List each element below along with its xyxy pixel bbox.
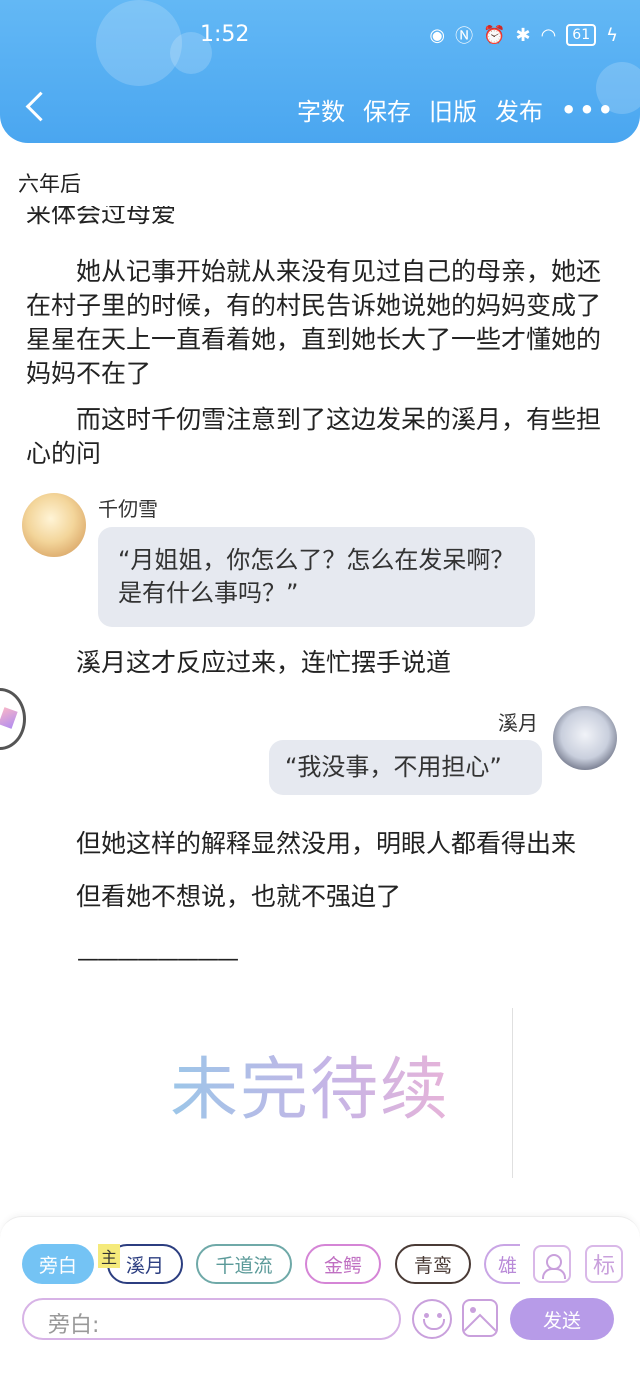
role-chip-jine[interactable]: 金鳄 — [305, 1244, 381, 1284]
chapter-title[interactable]: 六年后 — [18, 168, 81, 198]
image-edge-line — [512, 1008, 513, 1178]
to-be-continued-image[interactable]: 未完待续 — [170, 1020, 470, 1160]
role-chip-partial[interactable]: 雄 — [484, 1244, 520, 1284]
role-chip-qingluan[interactable]: 青鸾 — [395, 1244, 471, 1284]
floating-assistant-button[interactable] — [0, 688, 26, 750]
header-actions: 字数 保存 旧版 发布 ••• — [297, 92, 616, 127]
image-icon[interactable] — [462, 1299, 498, 1337]
main-character-tag: 主 — [98, 1244, 120, 1268]
top-app-bar: 1:52 ◉ Ⓝ ⏰ ✱ ◠ 61 ϟ 字数 保存 旧版 发布 ••• — [0, 0, 640, 143]
alarm-icon: ⏰ — [483, 24, 506, 46]
speaker-name: 溪月 — [498, 711, 538, 735]
status-time: 1:52 — [200, 22, 250, 47]
dialogue-bubble[interactable]: “我没事，不用担心” — [269, 740, 542, 795]
more-menu-button[interactable]: ••• — [561, 96, 616, 124]
speaker-name: 千仞雪 — [98, 497, 158, 521]
word-count-button[interactable]: 字数 — [297, 92, 345, 127]
save-button[interactable]: 保存 — [363, 92, 411, 127]
role-chip-qiandaoliu[interactable]: 千道流 — [196, 1244, 292, 1284]
narration-paragraph[interactable]: 而这时千仞雪注意到了这边发呆的溪月，有些担心的问 — [26, 403, 618, 471]
section-divider: ———————— — [77, 947, 239, 972]
publish-button[interactable]: 发布 — [495, 92, 543, 127]
eye-icon: ◉ — [429, 24, 446, 46]
status-icons: ◉ Ⓝ ⏰ ✱ ◠ 61 ϟ — [429, 22, 618, 48]
narration-paragraph[interactable]: 但看她不想说，也就不强迫了 — [26, 880, 618, 914]
manage-roles-icon[interactable] — [533, 1245, 571, 1283]
charging-icon: ϟ — [606, 24, 618, 46]
narration-paragraph[interactable]: 但她这样的解释显然没用，明眼人都看得出来 — [26, 827, 618, 861]
role-chip-narrator[interactable]: 旁白 — [22, 1244, 94, 1284]
bluetooth-icon: ✱ — [515, 24, 531, 46]
back-button[interactable] — [22, 90, 50, 126]
battery-indicator: 61 — [566, 24, 597, 46]
emoji-icon[interactable] — [412, 1299, 452, 1339]
partial-text-line: 来体会过母爱 — [26, 206, 626, 228]
tag-icon[interactable]: 标 — [585, 1245, 623, 1283]
old-version-button[interactable]: 旧版 — [429, 92, 477, 127]
nfc-icon: Ⓝ — [455, 26, 474, 47]
narration-paragraph[interactable]: 溪月这才反应过来，连忙摆手说道 — [26, 646, 618, 680]
dialogue-bubble[interactable]: “月姐姐，你怎么了？怎么在发呆啊？是有什么事吗？” — [98, 527, 535, 627]
decor-bubble — [96, 0, 182, 86]
avatar-qianrenxue[interactable] — [22, 493, 86, 557]
to-be-continued-text: 未完待续 — [170, 1034, 450, 1133]
wifi-icon: ◠ — [540, 24, 557, 46]
message-input[interactable]: 旁白: — [22, 1298, 401, 1340]
partial-text: 来体会过母爱 — [26, 206, 177, 228]
send-button[interactable]: 发送 — [510, 1298, 614, 1340]
avatar-xiyue[interactable] — [553, 706, 617, 770]
narration-paragraph[interactable]: 她从记事开始就从来没有见过自己的母亲，她还在村子里的时候，有的村民告诉她说她的妈… — [26, 255, 618, 391]
